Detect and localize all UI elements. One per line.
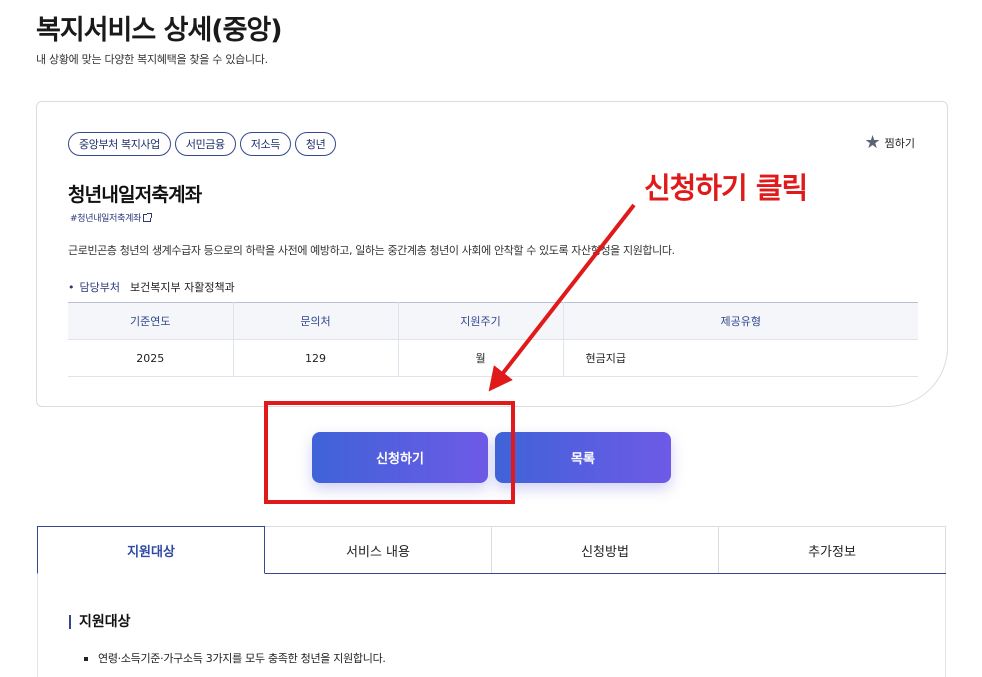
list-item: 연령·소득기준·가구소득 3가지를 모두 충족한 청년을 지원합니다. <box>84 650 386 666</box>
service-title: 청년내일저축계좌 <box>68 184 202 206</box>
tab-service-content[interactable]: 서비스 내용 <box>265 526 492 573</box>
service-hashtag-link[interactable]: #청년내일저축계좌 <box>70 211 153 224</box>
tag-central-welfare[interactable]: 중앙부처 복지사업 <box>68 132 171 156</box>
table-cell-year: 2025 <box>68 339 234 377</box>
service-hashtag-text: #청년내일저축계좌 <box>70 214 142 224</box>
page-subtitle: 내 상황에 맞는 다양한 복지혜택을 찾을 수 있습니다. <box>36 53 268 66</box>
tag-list: 중앙부처 복지사업 서민금융 저소득 청년 <box>68 132 337 156</box>
table-cell-cycle: 월 <box>398 339 564 377</box>
service-card: 중앙부처 복지사업 서민금융 저소득 청년 ★ 찜하기 청년내일저축계좌 #청년… <box>36 101 948 407</box>
favorite-button[interactable]: ★ 찜하기 <box>864 134 915 152</box>
tag-low-income-finance[interactable]: 서민금융 <box>174 132 236 156</box>
external-link-icon <box>143 212 153 222</box>
section-title: 지원대상 <box>69 615 131 629</box>
table-cell-contact: 129 <box>233 339 399 377</box>
department-label: 담당부처 <box>68 279 120 295</box>
tab-eligibility[interactable]: 지원대상 <box>37 526 265 574</box>
service-info-table: 기준연도 문의처 지원주기 제공유형 2025 129 월 현금지급 <box>68 302 918 377</box>
table-header-row: 기준연도 문의처 지원주기 제공유형 <box>68 302 918 340</box>
detail-tabs: 지원대상 서비스 내용 신청방법 추가정보 <box>37 526 946 574</box>
favorite-label: 찜하기 <box>884 137 915 150</box>
service-description: 근로빈곤층 청년의 생계수급자 등으로의 하락을 사전에 예방하고, 일하는 중… <box>68 244 675 257</box>
table-header-contact: 문의처 <box>233 302 399 340</box>
tag-youth[interactable]: 청년 <box>294 132 337 156</box>
table-row: 2025 129 월 현금지급 <box>68 339 918 377</box>
table-cell-type: 현금지급 <box>563 339 918 377</box>
tab-application-method[interactable]: 신청방법 <box>492 526 719 573</box>
table-header-type: 제공유형 <box>563 302 918 340</box>
table-header-year: 기준연도 <box>68 302 234 340</box>
page-title: 복지서비스 상세(중앙) <box>36 15 283 46</box>
star-icon: ★ <box>864 132 881 153</box>
tab-content: 지원대상 연령·소득기준·가구소득 3가지를 모두 충족한 청년을 지원합니다. <box>37 574 946 677</box>
table-header-cycle: 지원주기 <box>398 302 564 340</box>
tag-low-income[interactable]: 저소득 <box>239 132 291 156</box>
tab-additional-info[interactable]: 추가정보 <box>719 526 946 573</box>
department-value: 보건복지부 자활정책과 <box>129 281 235 294</box>
list-button[interactable]: 목록 <box>495 432 671 483</box>
department-row: 담당부처 보건복지부 자활정책과 <box>68 279 235 295</box>
apply-button[interactable]: 신청하기 <box>312 432 488 483</box>
